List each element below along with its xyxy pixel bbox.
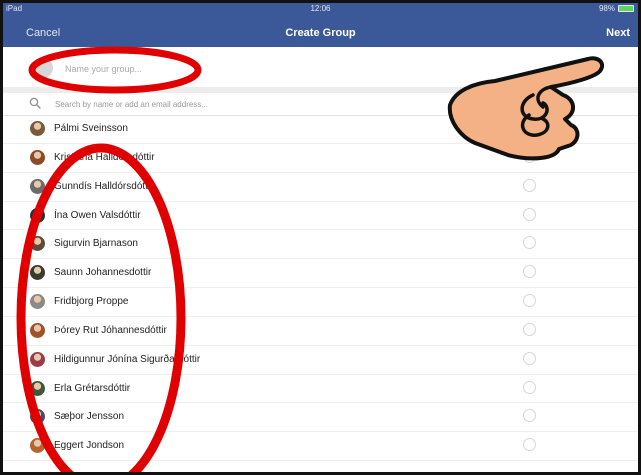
contact-name: Fridbjorg Proppe bbox=[54, 296, 129, 308]
contact-row[interactable]: Sæþor Jensson bbox=[3, 403, 638, 433]
search-bar bbox=[3, 91, 638, 116]
contact-name: Hildigunnur Jónína Sigurðardóttir bbox=[54, 353, 201, 365]
contact-row[interactable]: Fridbjorg Proppe bbox=[3, 288, 638, 317]
contact-list: Pálmi Sveinsson Kristjana Halldórsdóttir G… bbox=[3, 115, 638, 462]
avatar bbox=[30, 207, 45, 223]
contact-row[interactable]: Erla Grétarsdóttir bbox=[3, 375, 638, 404]
avatar bbox=[30, 351, 45, 367]
contact-name: Þórey Rut Jóhannesdóttir bbox=[54, 324, 167, 336]
battery-icon bbox=[618, 5, 634, 12]
contact-name: Kristjana Halldórsdóttir bbox=[54, 151, 155, 163]
contact-row[interactable]: Eggert Jondson bbox=[3, 432, 638, 462]
avatar bbox=[30, 265, 45, 281]
avatar bbox=[30, 438, 45, 454]
avatar bbox=[30, 149, 45, 165]
select-radio[interactable] bbox=[523, 322, 536, 336]
contact-row[interactable]: Pálmi Sveinsson bbox=[3, 115, 638, 144]
navigation-bar: iPad 12:06 98% Cancel Create Group Next bbox=[3, 3, 638, 47]
contact-row[interactable]: Gunndís Halldórsdóttir bbox=[3, 173, 638, 202]
avatar bbox=[30, 380, 45, 396]
select-radio[interactable] bbox=[523, 178, 536, 192]
contact-name: Eggert Jondson bbox=[54, 440, 125, 452]
avatar bbox=[30, 236, 45, 252]
select-radio[interactable] bbox=[523, 236, 536, 250]
contact-row[interactable]: Þórey Rut Jóhannesdóttir bbox=[3, 317, 638, 346]
avatar bbox=[30, 121, 45, 136]
select-radio[interactable] bbox=[523, 438, 536, 452]
avatar bbox=[30, 178, 45, 194]
select-radio[interactable] bbox=[523, 380, 536, 394]
select-radio[interactable] bbox=[523, 149, 536, 163]
select-radio[interactable] bbox=[523, 409, 536, 423]
avatar bbox=[30, 409, 45, 425]
contact-name: Ína Owen Valsdóttir bbox=[54, 209, 141, 221]
contact-name: Sigurvin Bjarnason bbox=[54, 238, 138, 250]
contact-name: Erla Grétarsdóttir bbox=[54, 382, 131, 394]
battery-indicator: 98% bbox=[599, 4, 634, 13]
group-name-row bbox=[3, 47, 638, 93]
contact-row[interactable]: Hildigunnur Jónína Sigurðardóttir bbox=[3, 346, 638, 375]
search-input[interactable] bbox=[53, 95, 357, 113]
group-name-input[interactable] bbox=[63, 58, 327, 80]
contact-row[interactable]: Kristjana Halldórsdóttir bbox=[3, 144, 638, 173]
status-time: 12:06 bbox=[310, 4, 331, 13]
select-radio[interactable] bbox=[523, 351, 536, 365]
select-radio[interactable] bbox=[523, 265, 536, 279]
contact-row[interactable]: Saunn Johannesdottir bbox=[3, 259, 638, 289]
contact-name: Gunndís Halldórsdóttir bbox=[54, 180, 154, 192]
contact-name: Sæþor Jensson bbox=[54, 411, 125, 423]
avatar bbox=[30, 322, 45, 338]
page-title: Create Group bbox=[285, 27, 356, 39]
select-radio[interactable] bbox=[523, 207, 536, 221]
app-screen: iPad 12:06 98% Cancel Create Group Next … bbox=[0, 0, 641, 475]
contact-name: Pálmi Sveinsson bbox=[54, 123, 128, 134]
group-photo-icon[interactable] bbox=[33, 58, 53, 78]
contact-row[interactable]: Sigurvin Bjarnason bbox=[3, 230, 638, 260]
search-icon bbox=[29, 97, 41, 109]
avatar bbox=[30, 294, 45, 310]
contact-row[interactable]: Ína Owen Valsdóttir bbox=[3, 202, 638, 231]
next-button[interactable]: Next bbox=[606, 27, 630, 39]
select-radio[interactable] bbox=[523, 294, 536, 308]
contact-name: Saunn Johannesdottir bbox=[54, 267, 152, 279]
battery-percent: 98% bbox=[598, 4, 615, 13]
